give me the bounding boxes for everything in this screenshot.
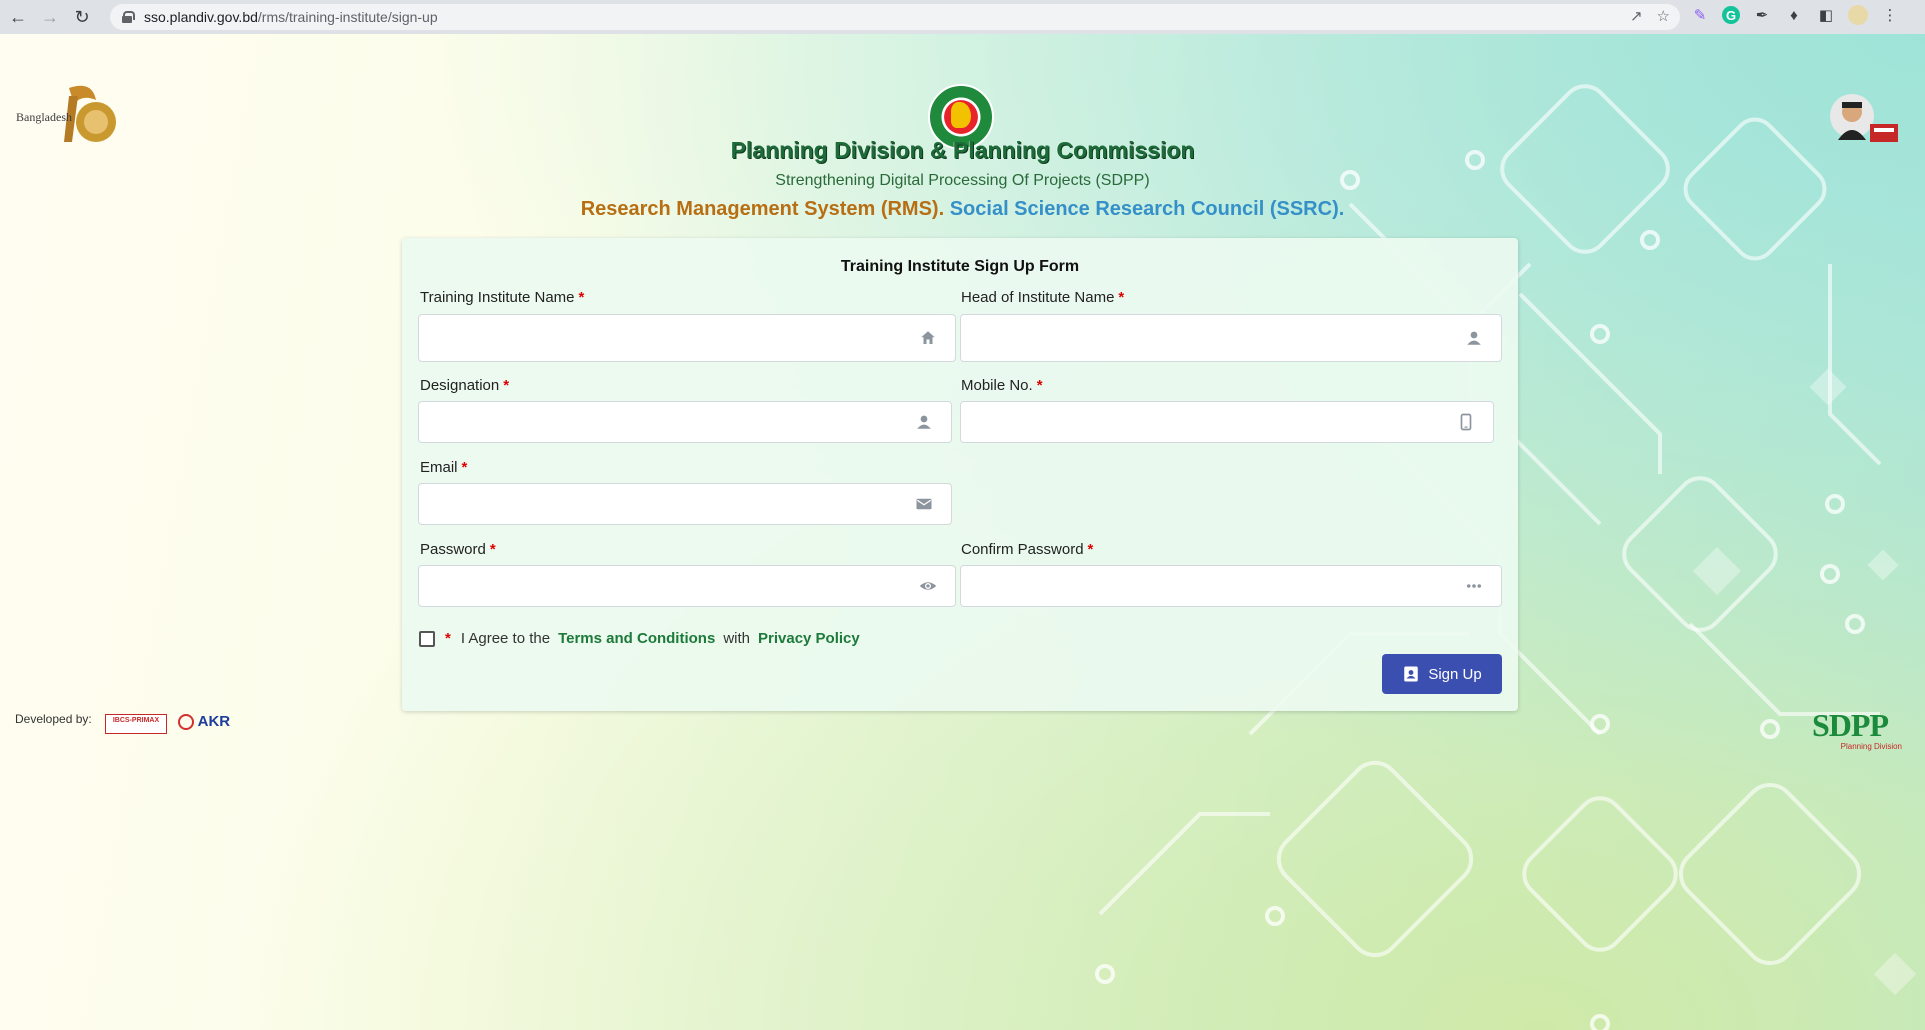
- bookmark-star-icon[interactable]: ☆: [1657, 7, 1670, 25]
- institute-name-label: Training Institute Name *: [420, 289, 584, 306]
- dots-icon: [1466, 584, 1482, 588]
- agree-with-text: with: [723, 630, 750, 647]
- akr-logo-mark: [178, 714, 194, 731]
- form-title: Training Institute Sign Up Form: [840, 258, 1080, 275]
- institute-name-field: [418, 314, 956, 362]
- required-mark: *: [489, 541, 496, 558]
- required-mark: *: [461, 459, 468, 476]
- home-icon: [921, 331, 935, 344]
- eyedropper-extension-icon[interactable]: ✒: [1752, 5, 1772, 25]
- institute-name-input[interactable]: [419, 315, 955, 361]
- ibcs-primax-logo: IBCS-PRIMAX: [105, 714, 167, 734]
- user-icon: [917, 415, 931, 429]
- confirm-password-field: [960, 565, 1502, 607]
- grammarly-extension-icon[interactable]: G: [1722, 6, 1740, 24]
- sdpp-logo: SDPP Planning Division: [1812, 708, 1908, 754]
- menu-kebab-icon[interactable]: ⋮: [1880, 5, 1900, 25]
- address-bar[interactable]: sso.plandiv.gov.bd/rms/training-institut…: [110, 4, 1680, 30]
- signup-button[interactable]: Sign Up: [1382, 654, 1502, 694]
- side-panel-icon[interactable]: ◧: [1816, 5, 1836, 25]
- email-label-text: Email: [420, 459, 458, 476]
- institute-name-label-text: Training Institute Name: [420, 289, 575, 306]
- mail-icon: [916, 498, 932, 510]
- head-name-label: Head of Institute Name *: [961, 289, 1124, 306]
- required-mark: *: [1118, 289, 1125, 306]
- sdpp-logo-text: SDPP: [1812, 707, 1889, 743]
- password-input[interactable]: [419, 566, 955, 606]
- mobile-input[interactable]: [961, 402, 1493, 442]
- profile-avatar[interactable]: [1848, 5, 1868, 25]
- url-path: /rms/training-institute/sign-up: [257, 9, 438, 25]
- required-mark: *: [503, 377, 510, 394]
- confirm-password-input[interactable]: [961, 566, 1501, 606]
- back-icon[interactable]: ←: [4, 3, 32, 31]
- forward-icon[interactable]: →: [36, 3, 64, 31]
- share-icon[interactable]: ↗: [1630, 7, 1643, 25]
- head-name-label-text: Head of Institute Name: [961, 289, 1115, 306]
- designation-label: Designation *: [420, 377, 509, 394]
- pen-extension-icon[interactable]: ✎: [1690, 5, 1710, 25]
- page-subtitle: Strengthening Digital Processing Of Proj…: [775, 172, 1150, 189]
- designation-field: [418, 401, 952, 443]
- agree-checkbox[interactable]: [419, 630, 435, 647]
- mobile-label: Mobile No. *: [961, 377, 1043, 394]
- required-mark: *: [1087, 541, 1094, 558]
- contact-card-icon: [1404, 666, 1419, 682]
- designation-label-text: Designation: [420, 377, 500, 394]
- page-background: Bangladesh Planning Division & Planning …: [0, 34, 1925, 1030]
- password-label: Password *: [420, 541, 496, 558]
- developed-by-label: Developed by:: [15, 712, 92, 726]
- signup-form-card: Training Institute Sign Up Form Training…: [402, 238, 1518, 711]
- privacy-link[interactable]: Privacy Policy: [758, 630, 860, 647]
- password-label-text: Password: [420, 541, 486, 558]
- designation-input[interactable]: [419, 402, 951, 442]
- agree-prefix-text: I Agree to the: [460, 630, 551, 647]
- mobile-field: [960, 401, 1494, 443]
- akr-logo: AKR: [178, 713, 238, 737]
- password-field: [418, 565, 956, 607]
- phone-icon: [1460, 413, 1472, 431]
- email-field: [418, 483, 952, 525]
- head-name-input[interactable]: [961, 315, 1501, 361]
- sdpp-logo-caption: Planning Division: [1840, 742, 1902, 751]
- url-host: sso.plandiv.gov.bd: [144, 9, 258, 25]
- email-label: Email *: [420, 459, 467, 476]
- eye-icon[interactable]: [919, 577, 937, 595]
- mobile-label-text: Mobile No.: [961, 377, 1033, 394]
- browser-toolbar: ← → ↻ sso.plandiv.gov.bd/rms/training-in…: [0, 0, 1925, 34]
- lock-icon[interactable]: [122, 11, 135, 23]
- terms-link[interactable]: Terms and Conditions: [558, 630, 715, 647]
- required-mark: *: [578, 289, 585, 306]
- required-mark: *: [445, 630, 451, 647]
- page-title: Planning Division & Planning Commission: [730, 137, 1195, 163]
- confirm-password-label: Confirm Password *: [961, 541, 1093, 558]
- akr-logo-text: AKR: [197, 713, 231, 730]
- rms-title: Research Management System (RMS).: [580, 198, 945, 220]
- reload-icon[interactable]: ↻: [68, 3, 96, 31]
- user-icon: [1467, 331, 1481, 345]
- confirm-password-label-text: Confirm Password: [961, 541, 1084, 558]
- signup-button-label: Sign Up: [1428, 665, 1482, 683]
- extensions-puzzle-icon[interactable]: ♦: [1784, 5, 1804, 25]
- required-mark: *: [1036, 377, 1043, 394]
- agree-row: * I Agree to the Terms and Conditions wi…: [419, 630, 868, 647]
- ssrc-title: Social Science Research Council (SSRC).: [949, 198, 1345, 220]
- ibcs-primax-logo-text: IBCS-PRIMAX: [112, 717, 160, 724]
- email-input[interactable]: [419, 484, 951, 524]
- bangladesh-caption: Bangladesh: [16, 110, 72, 124]
- head-name-field: [960, 314, 1502, 362]
- system-names: Research Management System (RMS). Social…: [0, 198, 1925, 221]
